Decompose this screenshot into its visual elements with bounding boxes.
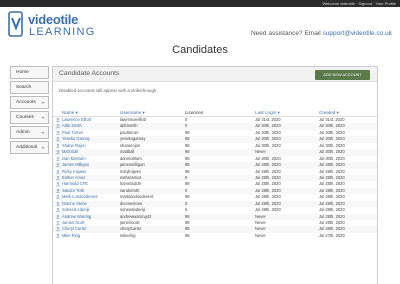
page-title: Candidates <box>172 44 228 56</box>
licences-header: Licences <box>185 110 204 115</box>
assistance-text: Need assistance? Email <box>250 30 321 37</box>
username-cell: mikering <box>120 232 136 238</box>
person-icon <box>56 137 60 142</box>
person-icon <box>56 175 60 181</box>
person-icon <box>56 163 60 168</box>
disabled-accounts-note: Disabled accounts will appear with a str… <box>59 88 157 93</box>
panel-header: Candidate Accounts ADD NEW ACCOUNT <box>53 67 377 82</box>
sidebar-item-label: Additional <box>16 145 38 150</box>
last-login-cell: Never <box>255 232 266 238</box>
person-icon <box>56 169 60 174</box>
person-icon <box>56 221 60 226</box>
sort-by-created[interactable]: Created ▾ <box>319 110 339 116</box>
person-icon <box>56 130 60 136</box>
person-icon <box>56 118 60 123</box>
sidebar-item-accounts[interactable]: Accounts ▾ <box>10 96 49 109</box>
person-icon <box>56 188 60 194</box>
candidate-table-body: Lawrence Elliott lawrenceelliott 0 Jul 31st… <box>53 117 377 239</box>
person-icon <box>56 214 60 219</box>
sidebar-item-courses[interactable]: Courses ▾ <box>10 111 49 124</box>
table-header: Name ▾ Username ▾ Licences Last Login ▾ … <box>53 110 377 117</box>
candidate-name-link[interactable]: Mike Ring <box>62 233 80 239</box>
logo-text-bottom: LEARNING <box>29 26 96 38</box>
person-icon <box>56 124 60 129</box>
candidate-accounts-panel: Candidate Accounts ADD NEW ACCOUNT Disab… <box>52 66 378 284</box>
sidebar-item-additional[interactable]: Additional ▾ <box>10 141 49 154</box>
chevron-down-icon: ▾ <box>41 100 44 105</box>
assistance-line: Need assistance? Email support@videotile… <box>251 30 392 37</box>
person-icon <box>56 150 60 155</box>
person-icon <box>56 233 60 239</box>
person-icon <box>56 208 60 213</box>
sidebar-item-label: Courses <box>16 115 34 120</box>
sidebar: Home Search Accounts ▾ Courses ▾ Admin ▾ Ad… <box>10 66 49 156</box>
table-row: Mike Ring mikering 98 Never Jul 27th, 2020 <box>53 233 377 239</box>
sidebar-item-search[interactable]: Search <box>10 81 49 94</box>
sort-by-last-login[interactable]: Last Login ▾ <box>255 110 280 116</box>
chevron-down-icon: ▾ <box>41 145 44 150</box>
sidebar-item-admin[interactable]: Admin ▾ <box>10 126 49 139</box>
licences-cell: 98 <box>185 232 190 238</box>
sidebar-item-label: Home <box>16 70 29 75</box>
sidebar-item-label: Admin <box>16 130 30 135</box>
add-new-account-button[interactable]: ADD NEW ACCOUNT <box>315 70 370 80</box>
sort-by-username[interactable]: Username ▾ <box>120 110 145 116</box>
logo-text-top: videotile <box>28 12 79 27</box>
created-cell: Jul 27th, 2020 <box>319 232 345 238</box>
support-email-link[interactable]: support@videotile.co.uk <box>323 30 392 37</box>
account-links[interactable]: Welcome videotile · Signout · Your Profi… <box>322 0 396 7</box>
chevron-down-icon: ▾ <box>41 130 44 135</box>
chevron-down-icon: ▾ <box>41 115 44 120</box>
top-bar: Welcome videotile · Signout · Your Profi… <box>0 0 400 7</box>
sidebar-item-label: Accounts <box>16 100 36 105</box>
person-icon <box>56 195 60 200</box>
logo-mark-icon <box>8 11 23 37</box>
sidebar-item-label: Search <box>16 85 32 90</box>
person-icon <box>56 227 60 232</box>
sort-by-name[interactable]: Name ▾ <box>62 110 78 116</box>
panel-title: Candidate Accounts <box>59 70 120 77</box>
sidebar-item-home[interactable]: Home <box>10 66 49 79</box>
videotile-logo[interactable]: videotile LEARNING <box>8 10 118 40</box>
person-icon <box>56 201 60 207</box>
person-icon <box>56 182 60 187</box>
person-icon <box>56 143 60 149</box>
person-icon <box>56 156 60 162</box>
